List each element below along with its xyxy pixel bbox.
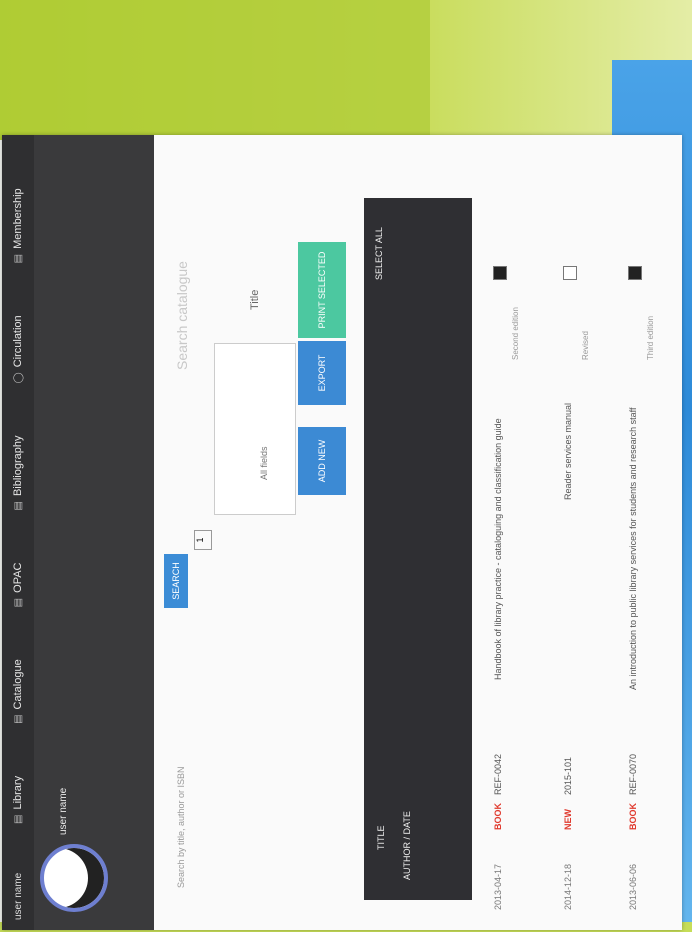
row-checkbox[interactable] — [493, 266, 507, 280]
tab-1[interactable]: ▤ Library — [2, 750, 34, 850]
table-row[interactable]: Handbook of library practice - catalogui… — [489, 160, 529, 920]
app-screen: user name ▤ Library ▤ Catalogue ▤ OPAC ▤ Bib… — [2, 135, 682, 930]
row-code: 2015-101 — [563, 756, 573, 795]
tab-6[interactable]: ▤ Membership — [2, 162, 34, 289]
row-code: REF-0042 — [493, 753, 503, 795]
user-name: user name — [58, 787, 69, 835]
circle-icon: ◯ — [12, 372, 24, 384]
user-label-top: user name — [12, 872, 24, 920]
row-checkbox[interactable] — [563, 266, 577, 280]
search-button[interactable]: SEARCH — [164, 554, 188, 608]
select-dropdown[interactable]: 1 — [194, 530, 212, 550]
tab-2[interactable]: ▤ Catalogue — [2, 633, 34, 750]
row-subtitle: Second edition — [511, 307, 520, 360]
table-header: SELECT ALL TITLE AUTHOR / DATE — [364, 198, 472, 900]
book-icon: ▤ — [12, 597, 24, 608]
row-title[interactable]: Reader services manual — [563, 403, 573, 500]
tab-4[interactable]: ▤ Bibliography — [2, 410, 34, 537]
book-icon: ▤ — [12, 714, 24, 724]
book-icon: ▤ — [12, 814, 24, 824]
header-title: TITLE — [376, 825, 386, 850]
header-author-date: AUTHOR / DATE — [402, 811, 412, 880]
top-navigation: user name ▤ Library ▤ Catalogue ▤ OPAC ▤ Bib… — [2, 135, 34, 930]
tab-3[interactable]: ▤ OPAC — [2, 537, 34, 634]
add-new-button[interactable]: ADD NEW — [298, 427, 346, 495]
page-title: Search catalogue — [174, 261, 190, 370]
avatar[interactable] — [40, 844, 108, 912]
row-subtitle: Third edition — [646, 315, 655, 360]
row-title[interactable]: An introduction to public library servic… — [628, 408, 638, 690]
row-date: 2014-12-18 — [563, 863, 573, 910]
field-label: Title — [249, 289, 261, 310]
toggle-label: All fields — [259, 446, 269, 480]
row-code: REF-0070 — [628, 753, 638, 795]
row-subtitle: Revised — [581, 331, 590, 360]
row-date: 2013-04-17 — [493, 863, 503, 910]
print-selected-button[interactable]: PRINT SELECTED — [298, 242, 346, 338]
search-input[interactable] — [214, 343, 296, 515]
book-icon: ▤ — [12, 501, 24, 511]
row-checkbox[interactable] — [628, 266, 642, 280]
book-icon: ▤ — [12, 253, 24, 264]
tab-5[interactable]: ◯ Circulation — [2, 289, 34, 409]
status-badge: NEW — [563, 809, 573, 830]
status-badge: BOOK — [493, 803, 503, 830]
export-button[interactable]: EXPORT — [298, 341, 346, 405]
row-date: 2013-06-06 — [628, 863, 638, 910]
status-badge: BOOK — [628, 803, 638, 830]
search-hint: Search by title, author or ISBN — [176, 766, 186, 888]
table-row[interactable]: Reader services manual Revised 2014-12-1… — [559, 160, 599, 920]
row-title[interactable]: Handbook of library practice - catalogui… — [493, 418, 503, 680]
background-green-band — [0, 0, 430, 140]
table-row[interactable]: An introduction to public library servic… — [624, 160, 664, 920]
profile-banner: user name — [34, 135, 154, 930]
main-content: Search catalogue Title All fields 1 SEAR… — [154, 135, 682, 930]
header-select-all[interactable]: SELECT ALL — [374, 227, 384, 280]
